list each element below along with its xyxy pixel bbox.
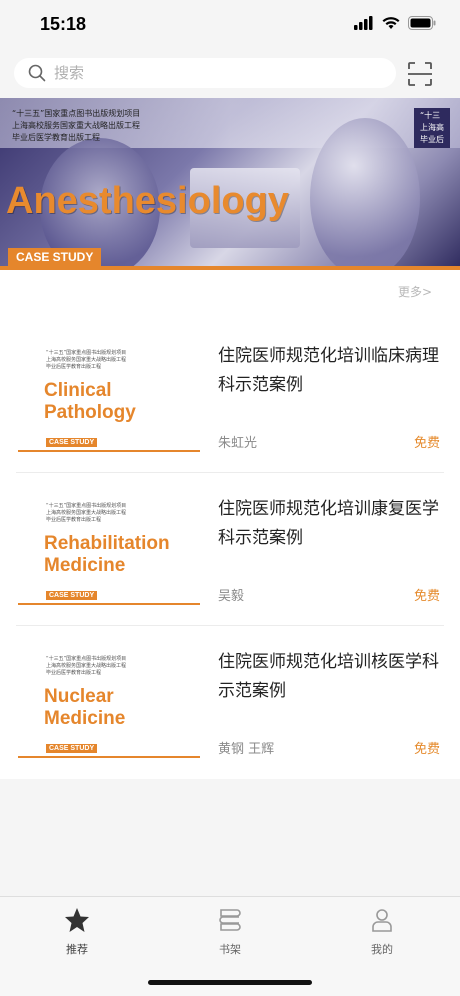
tab-label: 推荐 xyxy=(66,943,88,956)
book-cover: “十三五”国家重点图书出版规划项目 上海高校服务国家重大战略出版工程 毕业后医学… xyxy=(18,648,200,758)
banner-top-left-text: “十三五”国家重点图书出版规划项目 上海高校服务国家重大战略出版工程 毕业后医学… xyxy=(12,109,141,142)
cover-small-text: “十三五”国家重点图书出版规划项目 上海高校服务国家重大战略出版工程 毕业后医学… xyxy=(46,503,127,523)
banner-top-right-text: “十三 上海高 毕业后 xyxy=(414,108,450,148)
search-icon xyxy=(28,64,46,82)
book-price: 免费 xyxy=(413,742,440,757)
tab-label: 书架 xyxy=(219,943,241,956)
cover-line xyxy=(18,603,200,605)
battery-icon xyxy=(408,16,436,30)
book-price: 免费 xyxy=(413,589,440,604)
status-time: 15:18 xyxy=(40,14,87,34)
list-item[interactable]: “十三五”国家重点图书出版规划项目 上海高校服务国家重大战略出版工程 毕业后医学… xyxy=(16,626,444,779)
cover-line xyxy=(18,756,200,758)
book-list: “十三五”国家重点图书出版规划项目 上海高校服务国家重大战略出版工程 毕业后医学… xyxy=(0,320,460,779)
scan-icon[interactable] xyxy=(407,61,433,87)
cover-small-text: “十三五”国家重点图书出版规划项目 上海高校服务国家重大战略出版工程 毕业后医学… xyxy=(46,656,127,676)
cover-title-line2: Medicine xyxy=(44,708,126,729)
list-item[interactable]: “十三五”国家重点图书出版规划项目 上海高校服务国家重大战略出版工程 毕业后医学… xyxy=(16,320,444,473)
cover-line xyxy=(18,450,200,452)
book-author: 黄钢 王辉 xyxy=(218,742,275,757)
book-price: 免费 xyxy=(413,436,440,451)
cover-title: Clinical Pathology xyxy=(44,380,136,424)
signal-icon xyxy=(354,16,373,30)
cover-case-label: CASE STUDY xyxy=(46,438,98,447)
tab-label: 我的 xyxy=(371,943,393,956)
search-input[interactable] xyxy=(54,64,354,82)
book-title: 住院医师规范化培训康复医学科示范案例 xyxy=(218,499,439,548)
more-link[interactable]: 更多> xyxy=(398,283,432,300)
cover-title: Rehabilitation Medicine xyxy=(44,533,170,577)
list-item[interactable]: “十三五”国家重点图书出版规划项目 上海高校服务国家重大战略出版工程 毕业后医学… xyxy=(16,473,444,626)
person-icon xyxy=(372,909,392,932)
search-box[interactable] xyxy=(14,58,396,88)
cover-title-line1: Clinical xyxy=(44,380,112,401)
search-row xyxy=(0,52,460,98)
book-title: 住院医师规范化培训临床病理科示范案例 xyxy=(218,346,439,395)
more-row: 更多> xyxy=(0,270,460,320)
cover-title: Nuclear Medicine xyxy=(44,686,125,730)
book-author: 吴毅 xyxy=(218,589,245,604)
book-title: 住院医师规范化培训核医学科示范案例 xyxy=(218,652,439,701)
book-author: 朱虹光 xyxy=(218,436,258,451)
banner-figure-right xyxy=(310,118,420,270)
wifi-icon xyxy=(382,17,400,29)
book-cover: “十三五”国家重点图书出版规划项目 上海高校服务国家重大战略出版工程 毕业后医学… xyxy=(18,342,200,452)
book-cover: “十三五”国家重点图书出版规划项目 上海高校服务国家重大战略出版工程 毕业后医学… xyxy=(18,495,200,605)
cover-case-label: CASE STUDY xyxy=(46,744,98,753)
cover-small-text: “十三五”国家重点图书出版规划项目 上海高校服务国家重大战略出版工程 毕业后医学… xyxy=(46,350,127,370)
banner-title: Anesthesiology xyxy=(6,180,289,222)
cover-title-line2: Medicine xyxy=(44,555,126,576)
star-icon xyxy=(65,908,89,932)
tab-mine[interactable]: 我的 xyxy=(332,907,432,957)
tab-bookshelf[interactable]: 书架 xyxy=(180,907,280,957)
cover-title-line1: Rehabilitation xyxy=(44,533,170,554)
cover-case-label: CASE STUDY xyxy=(46,591,98,600)
banner-carousel[interactable]: “十三五”国家重点图书出版规划项目 上海高校服务国家重大战略出版工程 毕业后医学… xyxy=(0,98,460,270)
status-bar: 15:18 xyxy=(0,0,460,52)
tab-recommend[interactable]: 推荐 xyxy=(27,907,127,957)
status-icons xyxy=(354,16,436,30)
banner-case-label: CASE STUDY xyxy=(8,248,102,266)
home-indicator xyxy=(148,980,312,985)
bookshelf-icon xyxy=(219,909,241,931)
cover-title-line1: Nuclear xyxy=(44,686,114,707)
cover-title-line2: Pathology xyxy=(44,402,136,423)
